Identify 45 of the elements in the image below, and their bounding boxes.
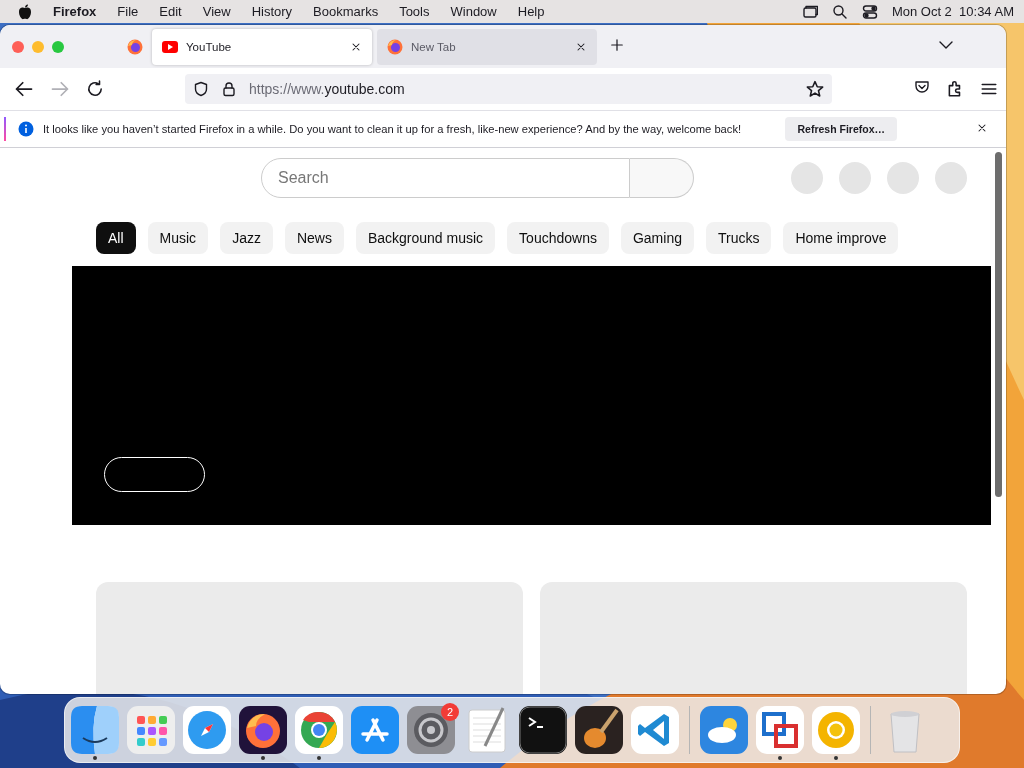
filter-chip[interactable]: Touchdowns: [507, 222, 609, 254]
filter-chip[interactable]: Home improve: [783, 222, 899, 254]
menu-item[interactable]: File: [117, 4, 139, 19]
reload-icon[interactable]: [86, 80, 104, 98]
filter-chip[interactable]: News: [284, 222, 344, 254]
back-icon[interactable]: [14, 79, 34, 99]
refresh-firefox-button[interactable]: Refresh Firefox…: [785, 117, 897, 141]
filter-chip[interactable]: Trucks: [705, 222, 772, 254]
filter-chip[interactable]: All: [96, 222, 136, 254]
menu-item[interactable]: History: [251, 4, 293, 19]
windows-icon[interactable]: [801, 3, 818, 20]
firefox-icon: [387, 38, 403, 55]
close-window-button[interactable]: [12, 40, 24, 53]
menu-item[interactable]: Bookmarks: [313, 4, 379, 19]
menu-item[interactable]: Window: [450, 4, 497, 19]
search-icon[interactable]: [831, 3, 848, 20]
star-icon[interactable]: [806, 80, 824, 98]
browser-tab[interactable]: New Tab: [377, 28, 597, 65]
menu-item[interactable]: View: [202, 4, 231, 19]
shield-icon[interactable]: [193, 81, 209, 97]
menu-item[interactable]: Tools: [399, 4, 430, 19]
filter-chip[interactable]: Music: [147, 222, 209, 254]
url-text: https://www.youtube.com: [249, 81, 405, 97]
app-menu[interactable]: Firefox: [53, 4, 97, 19]
search-field[interactable]: Search: [261, 158, 630, 198]
close-icon[interactable]: [976, 122, 988, 134]
new-tab-icon[interactable]: [610, 37, 624, 52]
scrollbar[interactable]: [995, 152, 1002, 497]
clock[interactable]: Mon Oct 2 10:34 AM: [891, 4, 1014, 19]
lock-icon[interactable]: [221, 81, 237, 97]
filter-chip[interactable]: Background music: [355, 222, 496, 254]
browser-tab[interactable]: YouTube: [152, 28, 372, 65]
video-logo-icon: [162, 40, 178, 53]
apple-icon[interactable]: [18, 3, 32, 20]
filter-chip[interactable]: Jazz: [220, 222, 273, 254]
filter-chip[interactable]: Gaming: [620, 222, 694, 254]
info-icon: [18, 121, 34, 137]
notification-badge: 2: [441, 703, 459, 721]
menu-item[interactable]: Edit: [159, 4, 182, 19]
notification-message: It looks like you haven’t started Firefox in a while. Do you want to clean it up for a fresh, like-new experience? And by the way, welcome back!: [43, 123, 742, 135]
address-field[interactable]: https://www.youtube.com: [185, 74, 832, 104]
firefox-icon: [127, 38, 143, 55]
pocket-icon[interactable]: [914, 79, 930, 95]
menu-item[interactable]: Help: [517, 4, 545, 19]
control-center-icon[interactable]: [861, 3, 878, 20]
